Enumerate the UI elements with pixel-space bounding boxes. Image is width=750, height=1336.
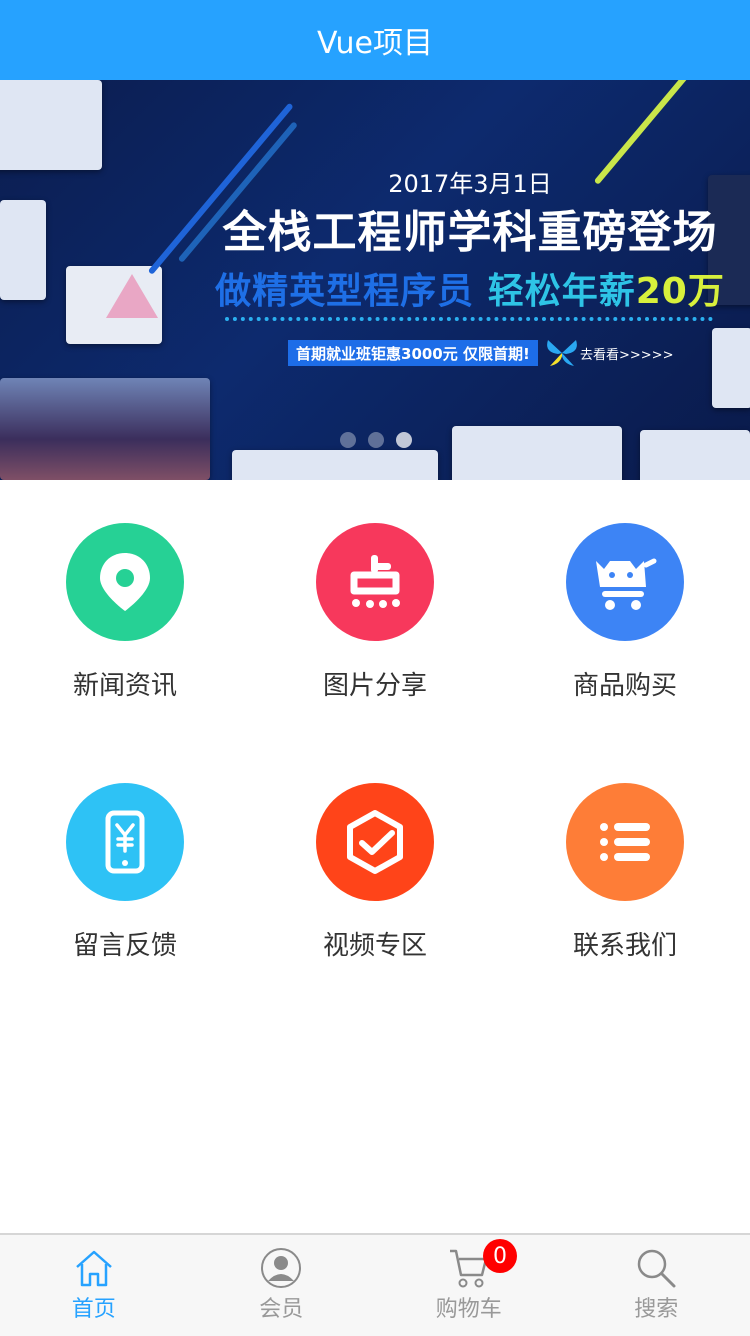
app-header: Vue项目 [0,0,750,80]
user-icon [260,1247,302,1289]
grid-item-label: 留言反馈 [73,925,177,962]
grid-item-shop[interactable]: 商品购买 [500,480,750,740]
mock-screen [712,328,750,408]
mock-screen [0,378,210,480]
tab-search[interactable]: 搜索 [563,1235,750,1336]
grid-item-video[interactable]: 视频专区 [250,740,500,1000]
banner-subtitle-part3: 20万 [636,271,725,312]
tab-label: 购物车 [436,1291,502,1323]
banner-subtitle-part1: 做精英型程序员 [215,271,474,312]
feedback-circle [66,783,184,901]
grid-item-feedback[interactable]: 留言反馈 [0,740,250,1000]
photos-circle [316,523,434,641]
banner-title: 全栈工程师学科重磅登场 [0,196,750,260]
pager-dot-active[interactable] [396,432,412,448]
grid-item-news[interactable]: 新闻资讯 [0,480,250,740]
tab-label: 搜索 [634,1291,678,1323]
tab-label: 首页 [72,1291,116,1323]
bottom-tabbar: 首页 会员 购物车 0 搜索 [0,1233,750,1336]
dianping-icon [340,547,410,617]
tab-home[interactable]: 首页 [0,1235,188,1336]
banner-promo-badge: 首期就业班钜惠3000元 仅限首期! [288,340,538,366]
banner-cta-link[interactable]: 去看看>>>>> [580,344,673,363]
page-title: Vue项目 [317,18,433,62]
search-icon [635,1247,677,1289]
carousel-pager [340,432,412,448]
grid-item-contact[interactable]: 联系我们 [500,740,750,1000]
tab-member[interactable]: 会员 [188,1235,376,1336]
pager-dot[interactable] [340,432,356,448]
cart-count-badge: 0 [483,1239,517,1273]
grid-item-label: 视频专区 [323,925,427,962]
list-icon [590,807,660,877]
phone-yuan-icon [90,807,160,877]
tab-cart[interactable]: 购物车 0 [375,1235,563,1336]
cat-cart-icon [590,547,660,617]
banner-dotted-line [225,317,713,321]
butterfly-logo-icon [546,338,578,368]
home-icon [73,1247,115,1289]
mock-screen [0,80,102,170]
pager-dot[interactable] [368,432,384,448]
location-pin-icon [90,547,160,617]
news-circle [66,523,184,641]
mock-screen [640,430,750,480]
grid-item-label: 新闻资讯 [73,665,177,702]
contact-circle [566,783,684,901]
grid-item-label: 图片分享 [323,665,427,702]
hexagon-check-icon [340,807,410,877]
shop-circle [566,523,684,641]
grid-item-photos[interactable]: 图片分享 [250,480,500,740]
carousel-banner[interactable]: 2017年3月1日 全栈工程师学科重磅登场 做精英型程序员 轻松年薪20万 首期… [0,80,750,480]
banner-subtitle-part2: 轻松年薪 [488,271,636,312]
grid-item-label: 商品购买 [573,665,677,702]
tab-label: 会员 [259,1291,303,1323]
banner-subtitle: 做精英型程序员 轻松年薪20万 [0,262,750,314]
grid-item-label: 联系我们 [573,925,677,962]
video-circle [316,783,434,901]
mock-screen [232,450,438,480]
mock-screen [452,426,622,480]
banner-date: 2017年3月1日 [0,164,750,199]
